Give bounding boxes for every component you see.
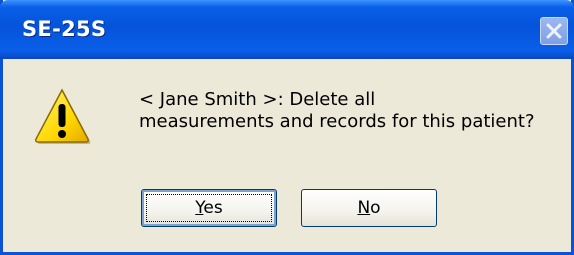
dialog-window: SE-25S < Jane Smith >: Delete all measur…	[0, 0, 574, 255]
window-title: SE-25S	[22, 17, 107, 41]
message-line-2: measurements and records for this patien…	[139, 111, 535, 132]
no-button-label: No	[357, 198, 380, 218]
no-mnemonic: N	[357, 198, 371, 218]
no-label-rest: o	[370, 198, 381, 218]
yes-button[interactable]: Yes	[141, 189, 277, 227]
title-bar[interactable]: SE-25S	[0, 0, 574, 59]
yes-label-rest: es	[203, 198, 223, 218]
message-line-1: < Jane Smith >: Delete all	[139, 89, 376, 110]
close-icon	[546, 23, 562, 39]
warning-icon	[35, 88, 91, 144]
close-button[interactable]	[540, 17, 568, 45]
yes-button-label: Yes	[195, 198, 222, 218]
dialog-message: < Jane Smith >: Delete all measurements …	[139, 89, 569, 133]
dialog-content: < Jane Smith >: Delete all measurements …	[3, 59, 571, 252]
no-button[interactable]: No	[301, 189, 437, 227]
